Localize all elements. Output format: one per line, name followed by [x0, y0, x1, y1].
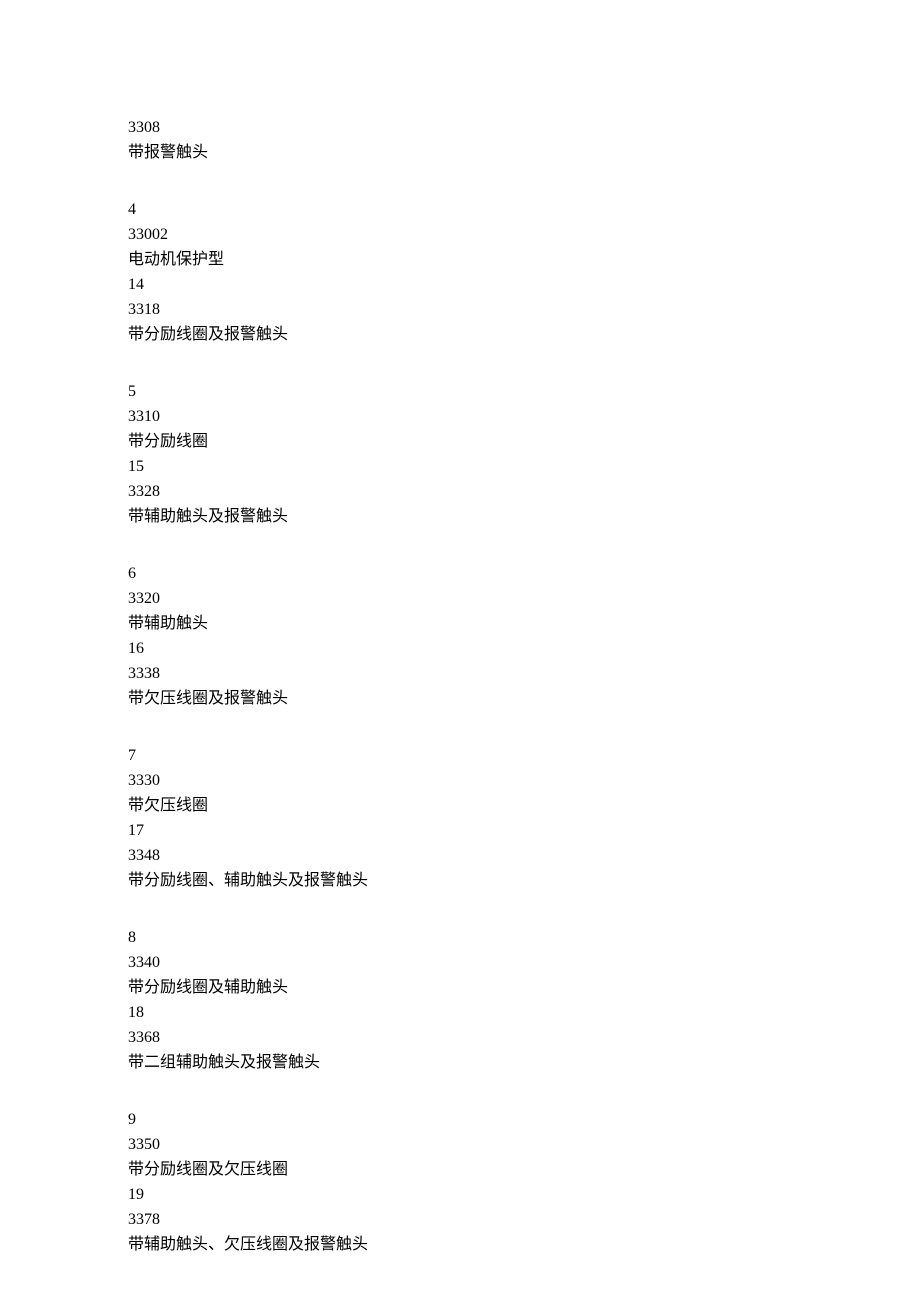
- text-line: 3310: [128, 404, 920, 429]
- text-line: 8: [128, 925, 920, 950]
- text-line: 3368: [128, 1025, 920, 1050]
- text-line: 3308: [128, 115, 920, 140]
- text-group: 93350带分励线圈及欠压线圈193378带辅助触头、欠压线圈及报警触头: [128, 1107, 920, 1257]
- text-line: 3320: [128, 586, 920, 611]
- text-line: 9: [128, 1107, 920, 1132]
- text-line: 带分励线圈及报警触头: [128, 322, 920, 347]
- text-line: 3328: [128, 479, 920, 504]
- text-line: 3330: [128, 768, 920, 793]
- text-line: 带分励线圈、辅助触头及报警触头: [128, 868, 920, 893]
- text-line: 5: [128, 379, 920, 404]
- text-group: 73330带欠压线圈173348带分励线圈、辅助触头及报警触头: [128, 743, 920, 893]
- text-line: 3338: [128, 661, 920, 686]
- text-line: 16: [128, 636, 920, 661]
- text-line: 33002: [128, 222, 920, 247]
- text-line: 带辅助触头、欠压线圈及报警触头: [128, 1232, 920, 1257]
- text-line: 15: [128, 454, 920, 479]
- text-line: 3350: [128, 1132, 920, 1157]
- text-line: 3318: [128, 297, 920, 322]
- document-body: 3308带报警触头433002电动机保护型143318带分励线圈及报警触头533…: [128, 115, 920, 1257]
- text-line: 带辅助触头: [128, 611, 920, 636]
- text-line: 带辅助触头及报警触头: [128, 504, 920, 529]
- text-line: 7: [128, 743, 920, 768]
- text-line: 3378: [128, 1207, 920, 1232]
- text-group: 83340带分励线圈及辅助触头183368带二组辅助触头及报警触头: [128, 925, 920, 1075]
- text-line: 带欠压线圈: [128, 793, 920, 818]
- text-line: 带分励线圈及辅助触头: [128, 975, 920, 1000]
- text-line: 18: [128, 1000, 920, 1025]
- text-group: 63320带辅助触头163338带欠压线圈及报警触头: [128, 561, 920, 711]
- text-line: 带报警触头: [128, 140, 920, 165]
- text-line: 3340: [128, 950, 920, 975]
- text-line: 电动机保护型: [128, 247, 920, 272]
- text-line: 带分励线圈及欠压线圈: [128, 1157, 920, 1182]
- text-group: 53310带分励线圈153328带辅助触头及报警触头: [128, 379, 920, 529]
- text-line: 4: [128, 197, 920, 222]
- text-line: 6: [128, 561, 920, 586]
- text-line: 17: [128, 818, 920, 843]
- text-line: 带分励线圈: [128, 429, 920, 454]
- text-group: 433002电动机保护型143318带分励线圈及报警触头: [128, 197, 920, 347]
- text-group: 3308带报警触头: [128, 115, 920, 165]
- text-line: 19: [128, 1182, 920, 1207]
- text-line: 3348: [128, 843, 920, 868]
- text-line: 带欠压线圈及报警触头: [128, 686, 920, 711]
- text-line: 14: [128, 272, 920, 297]
- text-line: 带二组辅助触头及报警触头: [128, 1050, 920, 1075]
